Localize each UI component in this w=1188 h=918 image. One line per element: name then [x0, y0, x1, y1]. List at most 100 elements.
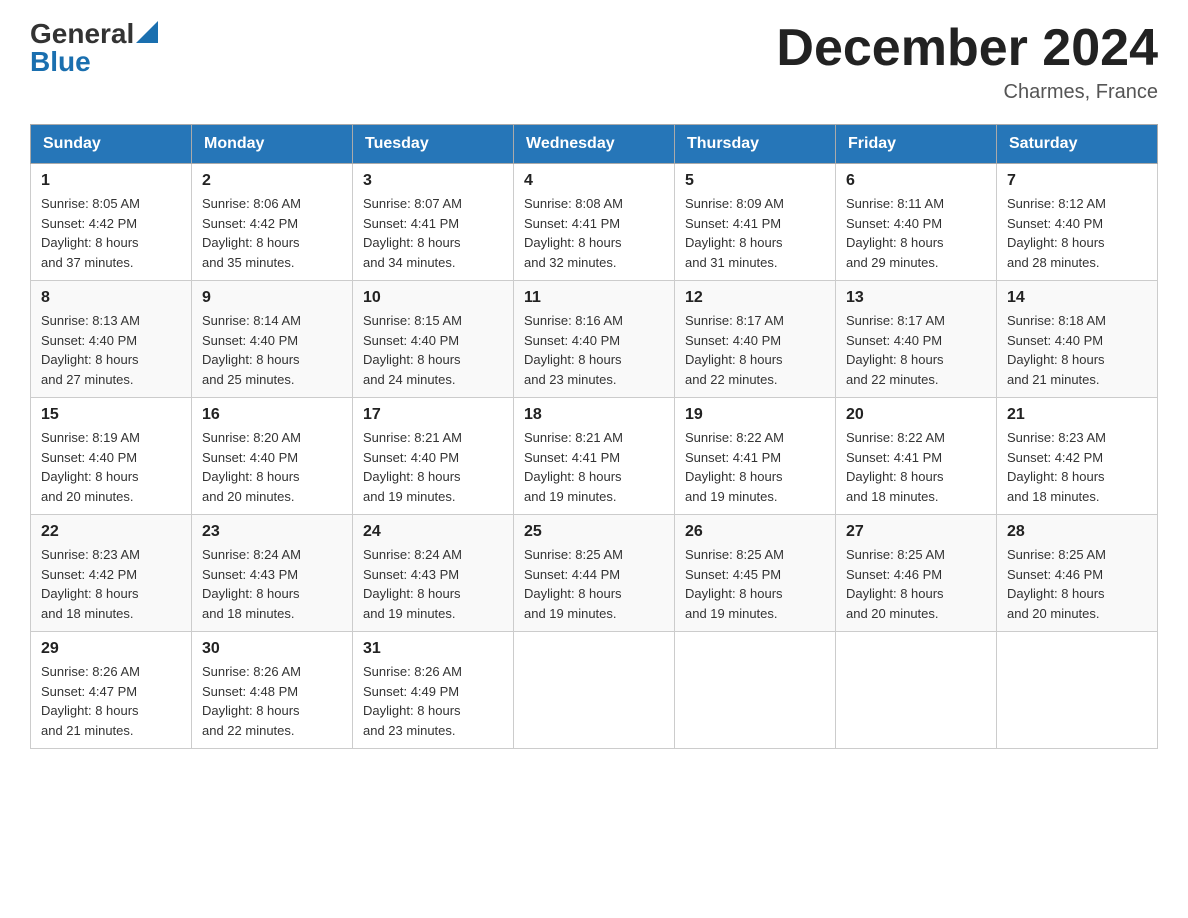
day-number: 26 [685, 523, 825, 541]
calendar-cell [997, 632, 1158, 749]
day-number: 9 [202, 289, 342, 307]
day-info: Sunrise: 8:24 AM Sunset: 4:43 PM Dayligh… [363, 545, 503, 623]
day-number: 19 [685, 406, 825, 424]
title-section: December 2024 Charmes, France [776, 20, 1158, 104]
day-info: Sunrise: 8:08 AM Sunset: 4:41 PM Dayligh… [524, 194, 664, 272]
header-thursday: Thursday [675, 125, 836, 164]
logo: General Blue [30, 20, 158, 76]
day-number: 18 [524, 406, 664, 424]
day-number: 2 [202, 172, 342, 190]
month-title: December 2024 [776, 20, 1158, 77]
day-number: 28 [1007, 523, 1147, 541]
day-info: Sunrise: 8:25 AM Sunset: 4:46 PM Dayligh… [1007, 545, 1147, 623]
day-info: Sunrise: 8:07 AM Sunset: 4:41 PM Dayligh… [363, 194, 503, 272]
day-number: 27 [846, 523, 986, 541]
day-info: Sunrise: 8:17 AM Sunset: 4:40 PM Dayligh… [685, 311, 825, 389]
day-info: Sunrise: 8:15 AM Sunset: 4:40 PM Dayligh… [363, 311, 503, 389]
calendar-cell: 15 Sunrise: 8:19 AM Sunset: 4:40 PM Dayl… [31, 398, 192, 515]
day-info: Sunrise: 8:25 AM Sunset: 4:46 PM Dayligh… [846, 545, 986, 623]
day-number: 31 [363, 640, 503, 658]
day-number: 14 [1007, 289, 1147, 307]
header-tuesday: Tuesday [353, 125, 514, 164]
calendar-cell [836, 632, 997, 749]
calendar-header-row: Sunday Monday Tuesday Wednesday Thursday… [31, 125, 1158, 164]
day-number: 10 [363, 289, 503, 307]
day-info: Sunrise: 8:17 AM Sunset: 4:40 PM Dayligh… [846, 311, 986, 389]
day-number: 7 [1007, 172, 1147, 190]
calendar-cell: 16 Sunrise: 8:20 AM Sunset: 4:40 PM Dayl… [192, 398, 353, 515]
header-wednesday: Wednesday [514, 125, 675, 164]
week-row-3: 15 Sunrise: 8:19 AM Sunset: 4:40 PM Dayl… [31, 398, 1158, 515]
day-number: 13 [846, 289, 986, 307]
day-number: 11 [524, 289, 664, 307]
day-info: Sunrise: 8:22 AM Sunset: 4:41 PM Dayligh… [846, 428, 986, 506]
calendar-cell: 7 Sunrise: 8:12 AM Sunset: 4:40 PM Dayli… [997, 164, 1158, 281]
day-info: Sunrise: 8:09 AM Sunset: 4:41 PM Dayligh… [685, 194, 825, 272]
day-info: Sunrise: 8:25 AM Sunset: 4:45 PM Dayligh… [685, 545, 825, 623]
header-sunday: Sunday [31, 125, 192, 164]
calendar-cell: 14 Sunrise: 8:18 AM Sunset: 4:40 PM Dayl… [997, 281, 1158, 398]
day-info: Sunrise: 8:11 AM Sunset: 4:40 PM Dayligh… [846, 194, 986, 272]
day-number: 20 [846, 406, 986, 424]
day-info: Sunrise: 8:24 AM Sunset: 4:43 PM Dayligh… [202, 545, 342, 623]
calendar-cell: 6 Sunrise: 8:11 AM Sunset: 4:40 PM Dayli… [836, 164, 997, 281]
calendar-cell: 31 Sunrise: 8:26 AM Sunset: 4:49 PM Dayl… [353, 632, 514, 749]
day-number: 5 [685, 172, 825, 190]
calendar-cell: 5 Sunrise: 8:09 AM Sunset: 4:41 PM Dayli… [675, 164, 836, 281]
calendar-cell: 28 Sunrise: 8:25 AM Sunset: 4:46 PM Dayl… [997, 515, 1158, 632]
header-friday: Friday [836, 125, 997, 164]
week-row-4: 22 Sunrise: 8:23 AM Sunset: 4:42 PM Dayl… [31, 515, 1158, 632]
day-info: Sunrise: 8:18 AM Sunset: 4:40 PM Dayligh… [1007, 311, 1147, 389]
day-info: Sunrise: 8:23 AM Sunset: 4:42 PM Dayligh… [1007, 428, 1147, 506]
day-number: 16 [202, 406, 342, 424]
calendar-cell: 24 Sunrise: 8:24 AM Sunset: 4:43 PM Dayl… [353, 515, 514, 632]
calendar-cell: 4 Sunrise: 8:08 AM Sunset: 4:41 PM Dayli… [514, 164, 675, 281]
logo-general: General [30, 20, 134, 48]
day-info: Sunrise: 8:13 AM Sunset: 4:40 PM Dayligh… [41, 311, 181, 389]
day-info: Sunrise: 8:16 AM Sunset: 4:40 PM Dayligh… [524, 311, 664, 389]
calendar-table: Sunday Monday Tuesday Wednesday Thursday… [30, 124, 1158, 749]
day-info: Sunrise: 8:26 AM Sunset: 4:49 PM Dayligh… [363, 662, 503, 740]
logo-triangle-icon [136, 21, 158, 43]
calendar-cell: 13 Sunrise: 8:17 AM Sunset: 4:40 PM Dayl… [836, 281, 997, 398]
day-info: Sunrise: 8:12 AM Sunset: 4:40 PM Dayligh… [1007, 194, 1147, 272]
day-number: 23 [202, 523, 342, 541]
calendar-cell: 12 Sunrise: 8:17 AM Sunset: 4:40 PM Dayl… [675, 281, 836, 398]
day-number: 17 [363, 406, 503, 424]
calendar-cell: 29 Sunrise: 8:26 AM Sunset: 4:47 PM Dayl… [31, 632, 192, 749]
calendar-cell: 20 Sunrise: 8:22 AM Sunset: 4:41 PM Dayl… [836, 398, 997, 515]
day-number: 4 [524, 172, 664, 190]
calendar-cell: 10 Sunrise: 8:15 AM Sunset: 4:40 PM Dayl… [353, 281, 514, 398]
header-monday: Monday [192, 125, 353, 164]
day-info: Sunrise: 8:21 AM Sunset: 4:41 PM Dayligh… [524, 428, 664, 506]
day-info: Sunrise: 8:25 AM Sunset: 4:44 PM Dayligh… [524, 545, 664, 623]
day-number: 22 [41, 523, 181, 541]
calendar-cell: 27 Sunrise: 8:25 AM Sunset: 4:46 PM Dayl… [836, 515, 997, 632]
day-number: 30 [202, 640, 342, 658]
day-number: 3 [363, 172, 503, 190]
week-row-5: 29 Sunrise: 8:26 AM Sunset: 4:47 PM Dayl… [31, 632, 1158, 749]
calendar-cell: 21 Sunrise: 8:23 AM Sunset: 4:42 PM Dayl… [997, 398, 1158, 515]
day-info: Sunrise: 8:14 AM Sunset: 4:40 PM Dayligh… [202, 311, 342, 389]
day-number: 6 [846, 172, 986, 190]
day-number: 29 [41, 640, 181, 658]
calendar-cell: 30 Sunrise: 8:26 AM Sunset: 4:48 PM Dayl… [192, 632, 353, 749]
day-number: 25 [524, 523, 664, 541]
calendar-cell: 2 Sunrise: 8:06 AM Sunset: 4:42 PM Dayli… [192, 164, 353, 281]
day-number: 24 [363, 523, 503, 541]
logo-blue: Blue [30, 48, 91, 76]
week-row-2: 8 Sunrise: 8:13 AM Sunset: 4:40 PM Dayli… [31, 281, 1158, 398]
calendar-cell: 9 Sunrise: 8:14 AM Sunset: 4:40 PM Dayli… [192, 281, 353, 398]
header-saturday: Saturday [997, 125, 1158, 164]
day-number: 8 [41, 289, 181, 307]
calendar-cell: 8 Sunrise: 8:13 AM Sunset: 4:40 PM Dayli… [31, 281, 192, 398]
calendar-cell: 1 Sunrise: 8:05 AM Sunset: 4:42 PM Dayli… [31, 164, 192, 281]
calendar-cell: 26 Sunrise: 8:25 AM Sunset: 4:45 PM Dayl… [675, 515, 836, 632]
calendar-cell [675, 632, 836, 749]
calendar-cell: 19 Sunrise: 8:22 AM Sunset: 4:41 PM Dayl… [675, 398, 836, 515]
day-info: Sunrise: 8:22 AM Sunset: 4:41 PM Dayligh… [685, 428, 825, 506]
day-info: Sunrise: 8:19 AM Sunset: 4:40 PM Dayligh… [41, 428, 181, 506]
calendar-cell: 23 Sunrise: 8:24 AM Sunset: 4:43 PM Dayl… [192, 515, 353, 632]
calendar-cell: 3 Sunrise: 8:07 AM Sunset: 4:41 PM Dayli… [353, 164, 514, 281]
calendar-cell: 17 Sunrise: 8:21 AM Sunset: 4:40 PM Dayl… [353, 398, 514, 515]
